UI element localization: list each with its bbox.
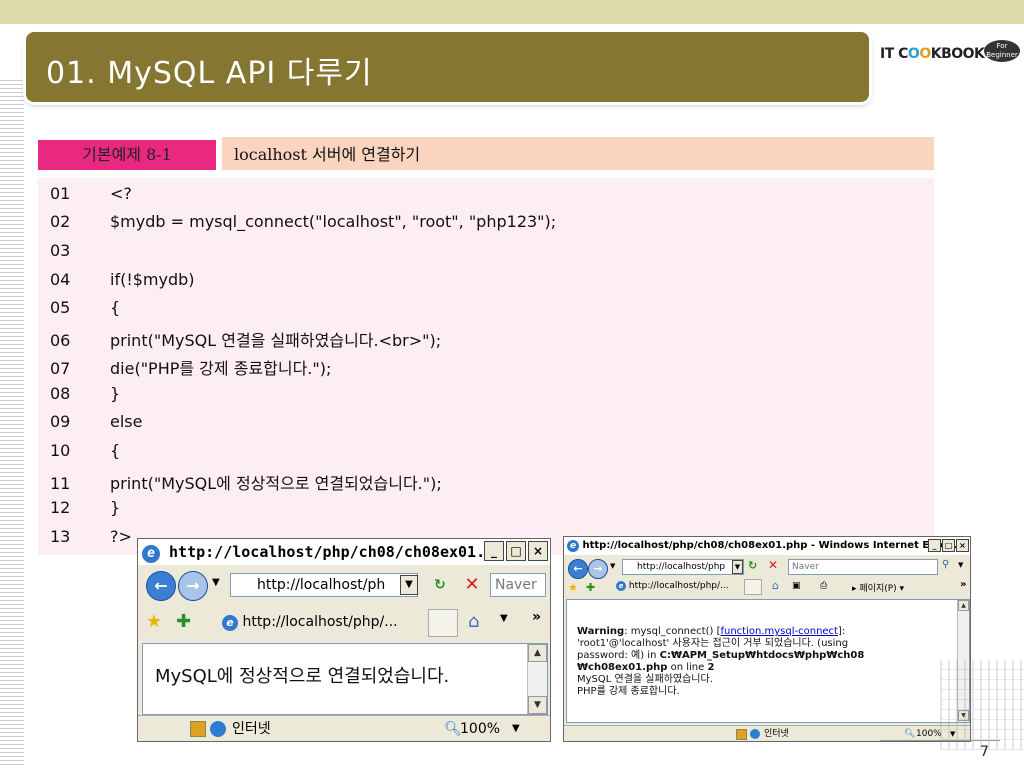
search-dropdown-icon[interactable]: ▼ — [958, 561, 963, 569]
forward-button[interactable]: → — [588, 559, 608, 579]
window-caption: e http://localhost/php/ch08/ch08ex01.php… — [564, 537, 970, 555]
code-line: 12} — [50, 498, 121, 517]
minimize-button[interactable]: _ — [928, 539, 941, 552]
history-dropdown-icon[interactable]: ▼ — [610, 562, 615, 570]
history-dropdown-icon[interactable]: ▼ — [212, 577, 220, 588]
code-line: 09 else — [50, 412, 143, 431]
code-line: 08} — [50, 384, 121, 403]
security-icon — [190, 721, 206, 737]
divider — [880, 740, 1000, 741]
code-line: 02 $mydb = mysql_connect("localhost", "ro… — [50, 212, 557, 231]
close-button[interactable]: × — [956, 539, 969, 552]
code-line: 11 print("MySQL에 정상적으로 연결되었습니다."); — [50, 474, 442, 493]
new-tab-button[interactable] — [744, 579, 762, 595]
ie-icon: e — [616, 581, 626, 591]
output-line: PHP를 강제 종료합니다. — [577, 686, 680, 697]
decorative-building-graphic — [940, 660, 1024, 750]
home-icon[interactable]: ⌂ — [772, 579, 779, 592]
scroll-down-button[interactable]: ▼ — [528, 696, 547, 714]
error-line: ₩ch08ex01.php on line 2 — [577, 662, 715, 673]
scroll-up-button[interactable]: ▲ — [958, 600, 969, 611]
page-content: MySQL에 정상적으로 연결되었습니다. ▲ ▼ — [142, 643, 548, 715]
add-favorites-icon[interactable]: ✚ — [176, 611, 191, 632]
warning-line: Warning: mysql_connect() [function.mysql… — [577, 626, 846, 637]
feeds-icon[interactable]: ▣ — [792, 581, 801, 591]
zoom-dropdown-icon[interactable]: ▼ — [512, 716, 520, 742]
internet-globe-icon — [750, 729, 760, 739]
more-chevron-icon[interactable]: » — [532, 609, 541, 625]
add-favorites-icon[interactable]: ✚ — [586, 581, 595, 594]
page-number: 7 — [980, 744, 989, 760]
page-menu[interactable]: ▸ 페이지(P) ▾ — [852, 581, 904, 594]
code-line: 07 die("PHP를 강제 종료합니다."); — [50, 359, 332, 378]
refresh-icon[interactable]: ↻ — [748, 559, 757, 572]
code-line: 10{ — [50, 441, 121, 460]
address-dropdown-icon[interactable]: ▼ — [732, 560, 743, 574]
search-icon[interactable]: ⚲ — [942, 559, 949, 570]
error-message: Warning: mysql_connect() [function.mysql… — [577, 626, 947, 698]
more-chevron-icon[interactable]: » — [960, 579, 966, 590]
vertical-scrollbar[interactable]: ▲ ▼ — [527, 644, 547, 714]
close-button[interactable]: × — [528, 541, 548, 561]
tab[interactable]: e http://localhost/php/... — [616, 581, 746, 591]
example-label: 기본예제 8-1 — [38, 140, 216, 170]
search-input[interactable]: Naver — [788, 559, 938, 575]
logo-badge: For Beginner — [984, 40, 1020, 62]
back-button[interactable]: ← — [568, 559, 588, 579]
favorites-star-icon[interactable]: ★ — [146, 611, 162, 632]
address-bar[interactable]: http://localhost/ph — [230, 573, 418, 597]
maximize-button[interactable]: □ — [506, 541, 526, 561]
security-icon — [736, 729, 747, 740]
logo-text: IT COOKBOOK — [880, 46, 985, 62]
maximize-button[interactable]: □ — [942, 539, 955, 552]
home-icon[interactable]: ⌂ — [468, 611, 479, 632]
slide-title-bar: 01. MySQL API 다루기 — [26, 32, 869, 102]
browser-window-failure: e http://localhost/php/ch08/ch08ex01.php… — [563, 536, 971, 742]
code-line: 05{ — [50, 298, 121, 317]
output-line: MySQL 연결을 실패하였습니다. — [577, 674, 713, 685]
new-tab-button[interactable] — [428, 609, 458, 637]
code-line: 06 print("MySQL 연결을 실패하였습니다.<br>"); — [50, 331, 442, 350]
internet-globe-icon — [210, 721, 226, 737]
tab[interactable]: e http://localhost/php/... — [222, 609, 422, 635]
stop-icon[interactable]: ✕ — [460, 573, 484, 597]
ie-icon: e — [567, 540, 579, 552]
home-dropdown-icon[interactable]: ▼ — [500, 613, 508, 624]
refresh-icon[interactable]: ↻ — [428, 573, 452, 597]
code-line: 01 <? — [50, 184, 132, 203]
address-dropdown-icon[interactable]: ▼ — [400, 575, 418, 595]
zone-label: 인터넷 — [764, 729, 789, 739]
status-bar: 인터넷 🔍︎ 100% ▼ — [138, 715, 550, 741]
zoom-level[interactable]: 100% — [460, 716, 500, 742]
stop-icon[interactable]: ✕ — [768, 558, 778, 572]
favorites-star-icon[interactable]: ★ — [568, 581, 578, 594]
browser-window-success: e http://localhost/php/ch08/ch08ex01... … — [137, 538, 551, 742]
function-link[interactable]: function.mysql-connect — [720, 626, 838, 637]
page-content: Warning: mysql_connect() [function.mysql… — [566, 599, 970, 723]
status-bar: 인터넷 🔍︎ 100% ▼ — [564, 725, 970, 741]
ie-icon: e — [222, 615, 238, 631]
scroll-up-button[interactable]: ▲ — [528, 644, 547, 662]
print-icon[interactable]: ⎙ — [820, 581, 827, 591]
error-line: 'root1'@'localhost' 사용자는 접근이 거부 되었습니다. (… — [577, 638, 849, 649]
minimize-button[interactable]: _ — [484, 541, 504, 561]
forward-button[interactable]: → — [178, 571, 208, 601]
code-line: 13 ?> — [50, 527, 132, 546]
top-band — [0, 0, 1024, 24]
content-text: MySQL에 정상적으로 연결되었습니다. — [155, 666, 450, 687]
back-button[interactable]: ← — [146, 571, 176, 601]
slide-title: 01. MySQL API 다루기 — [46, 56, 373, 91]
address-bar[interactable]: http://localhost/php — [622, 559, 744, 575]
zone-label: 인터넷 — [232, 721, 271, 737]
search-input[interactable]: Naver — [490, 573, 546, 597]
example-title: localhost 서버에 연결하기 — [222, 137, 934, 170]
decorative-lines — [0, 80, 24, 768]
code-listing: 01 <? 02 $mydb = mysql_connect("localhost"… — [38, 178, 934, 555]
error-line: password: 예) in C:₩APM_Setup₩htdocs₩php₩… — [577, 650, 865, 661]
itcookbook-logo: IT COOKBOOK For Beginner — [880, 38, 1020, 74]
ie-icon: e — [142, 545, 160, 563]
code-line: 04 if(!$mydb) — [50, 270, 195, 289]
code-line: 03 — [50, 241, 71, 260]
